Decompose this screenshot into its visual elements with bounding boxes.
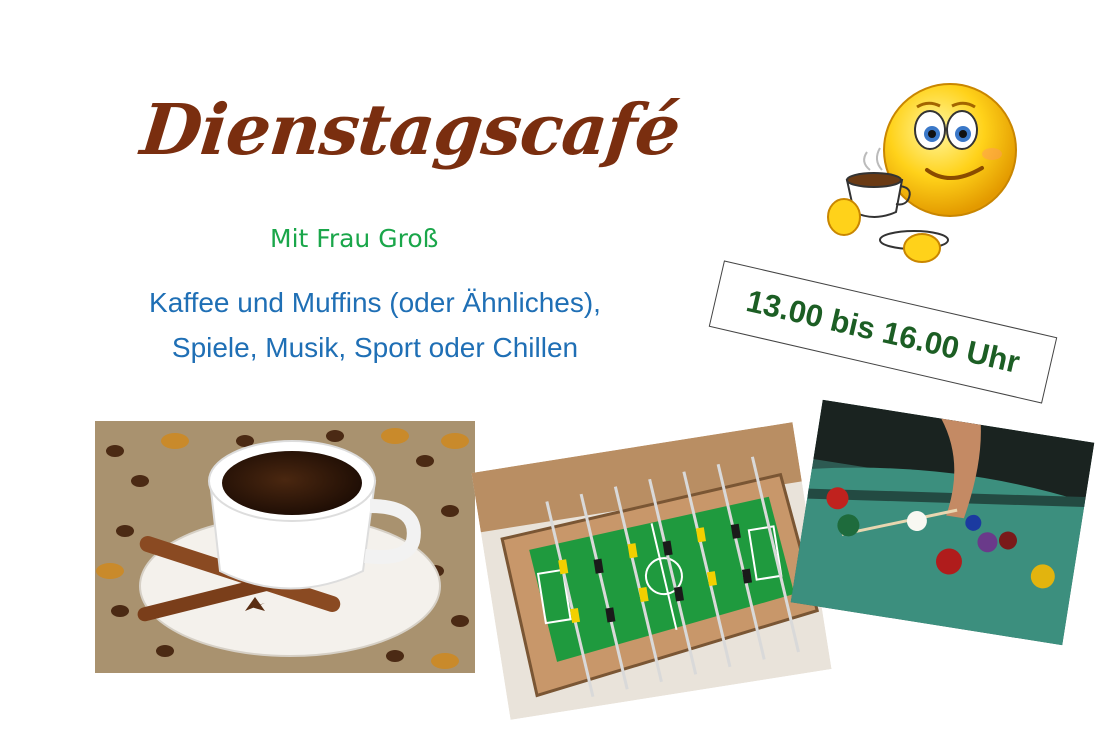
coffee-smiley-icon — [822, 82, 1022, 272]
billiard-photo — [790, 399, 1095, 646]
time-box: 13.00 bis 16.00 Uhr — [708, 260, 1058, 404]
flyer-title: Dienstagscafé — [137, 88, 684, 171]
description-line-2: Spiele, Musik, Sport oder Chillen — [171, 332, 579, 363]
description: Kaffee und Muffins (oder Ähnliches), Spi… — [100, 280, 650, 370]
coffee-photo — [95, 421, 475, 673]
host-text: Mit Frau Groß — [270, 224, 439, 253]
description-line-1: Kaffee und Muffins (oder Ähnliches), — [149, 287, 601, 318]
time-text: 13.00 bis 16.00 Uhr — [743, 283, 1024, 380]
foosball-photo — [471, 422, 832, 720]
